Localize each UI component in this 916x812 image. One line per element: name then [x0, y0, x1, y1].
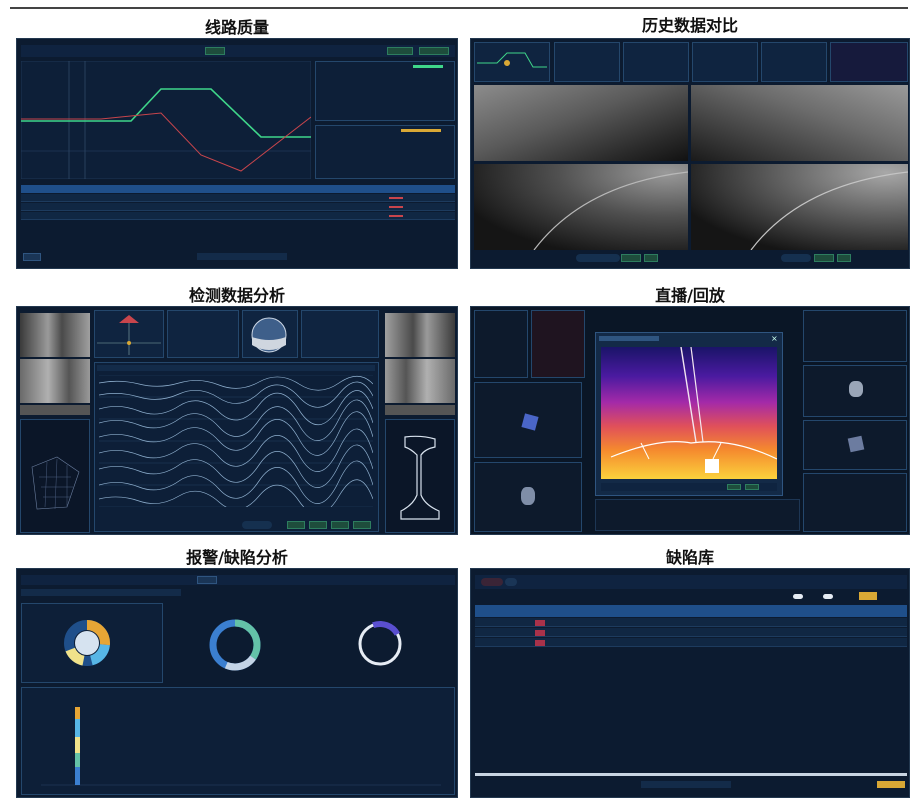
title-defect-library: 缺陷库 [665, 548, 714, 567]
alarm-filter-bar [21, 575, 455, 585]
row-marker-red [389, 215, 403, 217]
waveform-btn-1[interactable] [287, 521, 305, 529]
side-chart-legend-2 [401, 129, 441, 132]
back-button[interactable] [23, 253, 41, 261]
waveform-controls[interactable] [242, 521, 272, 529]
playback-controls[interactable] [576, 254, 620, 262]
mini-map-track [477, 52, 547, 68]
waveform-tabs[interactable] [97, 365, 375, 371]
play-button-left-2[interactable] [644, 254, 658, 262]
live-tile-1[interactable] [474, 310, 528, 378]
thermal-overlay [610, 347, 777, 473]
pagination[interactable] [197, 253, 287, 260]
compare-card-5[interactable] [830, 42, 908, 82]
close-icon[interactable]: × [771, 335, 779, 343]
track-map-diagram [97, 315, 161, 355]
live-tile-5[interactable] [803, 310, 907, 362]
title-history-compare: 历史数据对比 [641, 16, 738, 35]
top-divider [10, 7, 908, 9]
live-tile-7-object [847, 435, 865, 453]
compass-icon [251, 317, 287, 353]
playback-controls-right[interactable] [781, 254, 811, 262]
panel-defect-library [470, 568, 910, 798]
compare-card-2[interactable] [623, 42, 689, 82]
alarm-query-button[interactable] [197, 576, 217, 584]
rail-image-6[interactable] [385, 405, 455, 415]
rail-image-1[interactable] [20, 313, 90, 357]
title-line-quality: 线路质量 [204, 18, 269, 37]
defect-level-badge [535, 640, 545, 646]
info-card [167, 310, 239, 358]
compare-card-1[interactable] [554, 42, 620, 82]
thermal-btn-2[interactable] [745, 484, 759, 490]
waveform-btn-3[interactable] [331, 521, 349, 529]
defect-pagination[interactable] [641, 781, 731, 788]
camera-view-1[interactable] [474, 85, 688, 161]
donut-chart-2 [209, 619, 261, 671]
rail-image-2[interactable] [20, 359, 90, 403]
panel-live-playback: × [470, 306, 910, 535]
play-button-left[interactable] [621, 254, 641, 262]
3d-mesh [31, 456, 80, 510]
side-chart-bottom [315, 125, 455, 179]
title-live-playback: 直播/回放 [655, 286, 725, 305]
play-button-right[interactable] [814, 254, 834, 262]
defect-table-header [475, 605, 907, 617]
rail-profile-icon [400, 435, 440, 520]
switch-pill-1[interactable] [793, 594, 803, 599]
title-alarm-analysis: 报警/缺陷分析 [186, 548, 288, 567]
thermal-popup-title [599, 336, 659, 341]
side-chart-legend [413, 65, 443, 68]
donut-chart-1 [64, 620, 110, 666]
report-button[interactable] [419, 47, 449, 55]
row-marker-red [389, 206, 403, 208]
compare-card-4[interactable] [761, 42, 827, 82]
tunnel-arc-4 [750, 171, 908, 250]
defect-level-badge [535, 630, 545, 636]
filter-query-button[interactable] [205, 47, 225, 55]
panel-history-compare [470, 38, 910, 269]
camera-view-2[interactable] [691, 85, 908, 161]
tunnel-arc-3 [533, 171, 688, 250]
defect-search-button[interactable] [859, 592, 877, 600]
export-button[interactable] [387, 47, 413, 55]
waveform-btn-2[interactable] [309, 521, 327, 529]
live-tile-2[interactable] [531, 310, 585, 378]
rail-image-3[interactable] [20, 405, 90, 415]
play-button-right-2[interactable] [837, 254, 851, 262]
defect-filter-bar [475, 575, 907, 589]
live-tile-6-object [849, 381, 863, 397]
row-marker-red [389, 197, 403, 199]
waveform-chart [99, 375, 373, 507]
side-chart-top [315, 61, 455, 121]
status-card [301, 310, 379, 358]
switch-pill-2[interactable] [823, 594, 833, 599]
alarm-tabs[interactable] [21, 589, 181, 596]
defect-scrollbar[interactable] [475, 773, 907, 776]
waveform-btn-4[interactable] [353, 521, 371, 529]
defect-toggle[interactable] [481, 578, 503, 586]
rail-image-4[interactable] [385, 313, 455, 357]
live-event-list[interactable] [803, 473, 907, 532]
panel-line-quality [16, 38, 458, 269]
panel-alarm-analysis [16, 568, 458, 798]
live-tile-4-object [521, 487, 535, 505]
table-header [21, 185, 455, 193]
panel-detection-analysis [16, 306, 458, 535]
donut-chart-3 [357, 621, 403, 667]
live-log [595, 499, 800, 531]
rail-image-5[interactable] [385, 359, 455, 403]
defect-export-button[interactable] [877, 781, 905, 788]
title-detection-analysis: 检测数据分析 [188, 286, 285, 305]
thermal-btn-1[interactable] [727, 484, 741, 490]
compare-card-3[interactable] [692, 42, 758, 82]
line-quality-chart [21, 61, 311, 179]
defect-toggle-2[interactable] [505, 578, 517, 586]
defect-level-badge [535, 620, 545, 626]
alarm-bar-chart-plot [41, 707, 441, 786]
